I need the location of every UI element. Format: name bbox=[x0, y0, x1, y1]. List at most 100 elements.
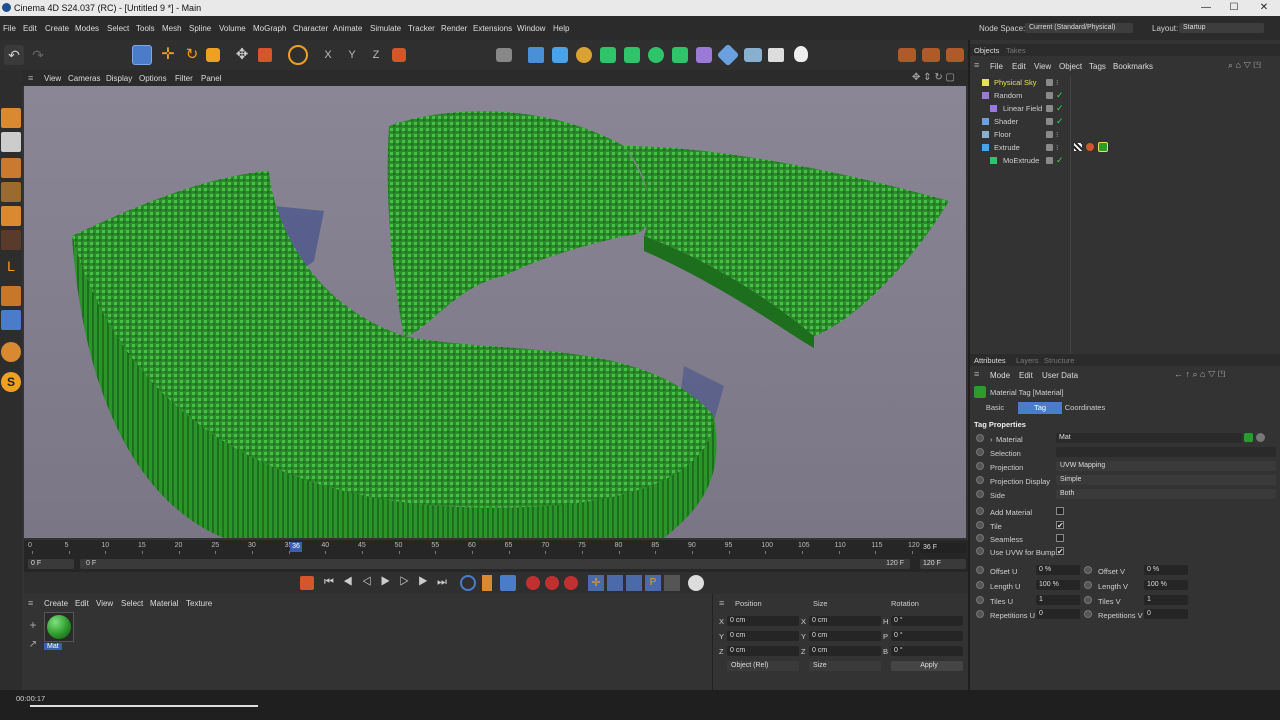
viewport-menu-options[interactable]: Options bbox=[139, 74, 167, 83]
object-row[interactable]: Extrude ⁝ bbox=[970, 141, 1280, 154]
add-material-checkbox[interactable] bbox=[1056, 507, 1064, 515]
menu-tools[interactable]: Tools bbox=[136, 24, 155, 33]
viewport-menu-display[interactable]: Display bbox=[106, 74, 132, 83]
close-button[interactable]: ✕ bbox=[1250, 0, 1278, 16]
points-mode-icon[interactable] bbox=[1, 158, 21, 178]
menu-select[interactable]: Select bbox=[107, 24, 129, 33]
menu-file[interactable]: File bbox=[3, 24, 16, 33]
fracture-icon[interactable] bbox=[672, 47, 688, 63]
loop-icon[interactable] bbox=[460, 575, 476, 591]
object-row[interactable]: Random ✓ bbox=[970, 89, 1280, 102]
menu-volume[interactable]: Volume bbox=[219, 24, 246, 33]
side-dropdown[interactable]: Both bbox=[1056, 489, 1276, 499]
editor-visibility-toggle[interactable] bbox=[1046, 79, 1053, 86]
tile-checkbox[interactable]: ✔ bbox=[1056, 521, 1064, 530]
extrude-gen-icon[interactable] bbox=[624, 47, 640, 63]
seamless-anim-dot[interactable] bbox=[976, 534, 984, 542]
objects-hamburger-icon[interactable]: ≡ bbox=[974, 60, 979, 70]
cube-icon[interactable] bbox=[552, 47, 568, 63]
menu-modes[interactable]: Modes bbox=[75, 24, 99, 33]
editor-visibility-toggle[interactable] bbox=[1046, 118, 1053, 125]
offsetv-anim-dot[interactable] bbox=[1084, 566, 1092, 574]
param-key-icon[interactable]: P bbox=[645, 575, 661, 591]
render-visibility-toggle[interactable]: ⁝ bbox=[1056, 141, 1058, 154]
light-icon[interactable] bbox=[794, 46, 808, 62]
mat-menu-texture[interactable]: Texture bbox=[186, 599, 212, 608]
menu-extensions[interactable]: Extensions bbox=[473, 24, 512, 33]
workplane-icon[interactable] bbox=[1, 286, 21, 306]
material-link-field[interactable]: Mat bbox=[1056, 433, 1242, 443]
tab-takes[interactable]: Takes bbox=[1006, 46, 1026, 55]
viewport-menu-panel[interactable]: Panel bbox=[201, 74, 221, 83]
menu-create[interactable]: Create bbox=[45, 24, 69, 33]
texture-tag-icon[interactable] bbox=[1074, 143, 1082, 151]
x-axis-icon[interactable]: X bbox=[318, 45, 338, 65]
rotation-b-field[interactable]: 0 ° bbox=[891, 646, 963, 656]
material-anim-dot[interactable] bbox=[976, 434, 984, 442]
menu-animate[interactable]: Animate bbox=[333, 24, 362, 33]
editor-visibility-toggle[interactable] bbox=[1046, 157, 1053, 164]
render-visibility-toggle[interactable]: ⁝ bbox=[1056, 76, 1058, 89]
apply-material-icon[interactable]: ↗ bbox=[26, 638, 40, 652]
menu-help[interactable]: Help bbox=[553, 24, 569, 33]
size-mode-dropdown[interactable]: Size bbox=[809, 661, 881, 671]
timeline[interactable]: 0 5 10 15 20 25 30 35 40 45 50 55 60 65 70 75 80 85 90 95 10… bbox=[24, 540, 968, 572]
menu-window[interactable]: Window bbox=[517, 24, 545, 33]
timeline-range-slider[interactable]: 0 F 120 F bbox=[80, 559, 910, 569]
object-row[interactable]: MoExtrude ✓ bbox=[970, 154, 1280, 167]
rotation-p-field[interactable]: 0 ° bbox=[891, 631, 963, 641]
transform-icon[interactable]: ✥ bbox=[232, 45, 252, 65]
material-expand-icon[interactable]: › bbox=[990, 435, 993, 444]
offsetu-anim-dot[interactable] bbox=[976, 566, 984, 574]
render-picture-viewer-icon[interactable] bbox=[922, 48, 940, 62]
obj-menu-tags[interactable]: Tags bbox=[1089, 62, 1106, 71]
rotation-h-field[interactable]: 0 ° bbox=[891, 616, 963, 626]
position-z-field[interactable]: 0 cm bbox=[727, 646, 799, 656]
material-options-icon[interactable] bbox=[1256, 433, 1265, 442]
menu-mograph[interactable]: MoGraph bbox=[253, 24, 286, 33]
lengthu-anim-dot[interactable] bbox=[976, 581, 984, 589]
mat-menu-select[interactable]: Select bbox=[121, 599, 143, 608]
rotate-icon[interactable]: ↻ bbox=[182, 45, 202, 65]
mat-menu-material[interactable]: Material bbox=[150, 599, 178, 608]
object-row[interactable]: Linear Field ✓ bbox=[970, 102, 1280, 115]
subdivision-icon[interactable] bbox=[600, 47, 616, 63]
snap-mode-icon[interactable] bbox=[1, 310, 21, 330]
apply-button[interactable]: Apply bbox=[891, 661, 963, 671]
y-axis-icon[interactable]: Y bbox=[342, 45, 362, 65]
tile-anim-dot[interactable] bbox=[976, 521, 984, 529]
viewport-menu-filter[interactable]: Filter bbox=[175, 74, 193, 83]
attr-nav-icons[interactable]: ← ↑ ⌕ ⌂ ▽ ◳ bbox=[1174, 369, 1225, 380]
tiles-v-field[interactable]: 1 bbox=[1144, 595, 1188, 605]
subtab-basic[interactable]: Basic bbox=[974, 402, 1016, 414]
mat-menu-edit[interactable]: Edit bbox=[75, 599, 89, 608]
size-y-field[interactable]: 0 cm bbox=[809, 631, 881, 641]
position-y-field[interactable]: 0 cm bbox=[727, 631, 799, 641]
material-name[interactable]: Mat bbox=[44, 643, 62, 650]
length-v-field[interactable]: 100 % bbox=[1144, 580, 1188, 590]
editor-visibility-toggle[interactable] bbox=[1046, 92, 1053, 99]
scale-key-icon[interactable] bbox=[626, 575, 642, 591]
floor-icon[interactable] bbox=[744, 48, 762, 62]
menu-mesh[interactable]: Mesh bbox=[162, 24, 182, 33]
select-tool-icon[interactable] bbox=[132, 45, 152, 65]
use-uvw-checkbox[interactable]: ✔ bbox=[1056, 547, 1064, 556]
render-settings-icon[interactable] bbox=[946, 48, 964, 62]
minimize-button[interactable]: — bbox=[1192, 0, 1220, 16]
lengthv-anim-dot[interactable] bbox=[1084, 581, 1092, 589]
tab-objects[interactable]: Objects bbox=[974, 46, 999, 55]
repetitions-u-field[interactable]: 0 bbox=[1036, 609, 1080, 619]
undo-icon[interactable]: ↶ bbox=[4, 45, 24, 65]
viewport-nav-icons[interactable]: ✥ ⇕ ↻ ▢ bbox=[912, 72, 955, 83]
render-region-icon[interactable] bbox=[496, 48, 512, 62]
texture-mode-icon[interactable] bbox=[1, 132, 21, 152]
transport-buttons[interactable]: ⏮◀◁▶▷▶⏭ bbox=[324, 576, 456, 589]
tab-structure[interactable]: Structure bbox=[1044, 356, 1074, 365]
record-keys-icon[interactable] bbox=[300, 576, 314, 590]
world-axis-icon[interactable] bbox=[288, 45, 308, 65]
pen-spline-icon[interactable] bbox=[576, 47, 592, 63]
enabled-check-icon[interactable]: ✓ bbox=[1056, 89, 1064, 102]
timeline-window-icon[interactable] bbox=[688, 575, 704, 591]
redo-icon[interactable]: ↷ bbox=[28, 45, 48, 65]
obj-menu-file[interactable]: File bbox=[990, 62, 1003, 71]
